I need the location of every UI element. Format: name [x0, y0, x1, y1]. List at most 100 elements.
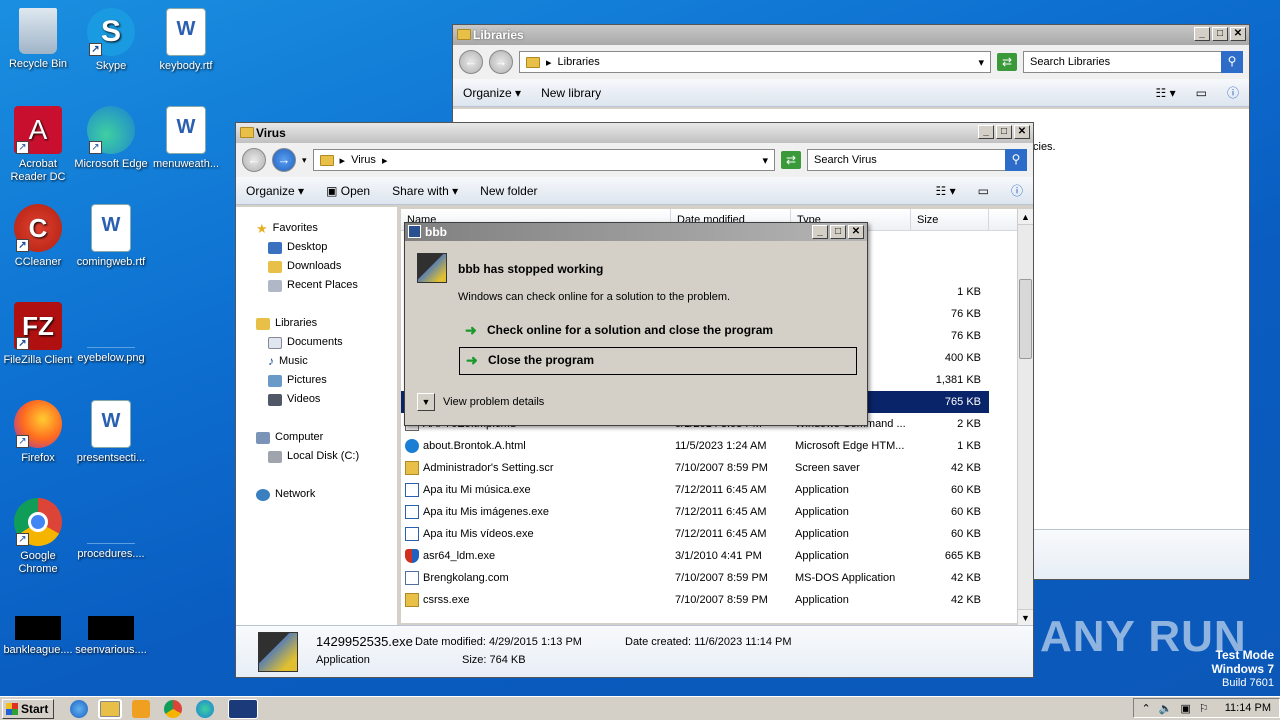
desktop-icon-keybody[interactable]: W keybody.rtf	[148, 8, 224, 73]
desktop-icon-skype[interactable]: S ↗ Skype	[73, 8, 149, 73]
libraries-titlebar[interactable]: Libraries _ □ ✕	[453, 25, 1249, 45]
share-with-button[interactable]: Share with ▾	[392, 184, 458, 198]
table-row[interactable]: csrss.exe 7/10/2007 8:59 PM Application 42 …	[401, 589, 989, 611]
sidebar-item-music[interactable]: ♪ Music	[256, 352, 397, 371]
close-button[interactable]: ✕	[848, 225, 864, 239]
desktop-icon-filezilla[interactable]: FZ ↗ FileZilla Client	[0, 302, 76, 367]
column-size[interactable]: Size	[911, 209, 989, 230]
breadcrumb-libraries[interactable]: Libraries	[558, 56, 600, 68]
recent-pages-chevron-icon[interactable]: ▾	[302, 155, 307, 166]
desktop-icon-presentsecti[interactable]: W presentsecti...	[73, 400, 149, 465]
table-row[interactable]: Apa itu Mi música.exe 7/12/2011 6:45 AM Ap…	[401, 479, 989, 501]
minimize-button[interactable]: _	[812, 225, 828, 239]
sidebar-item-documents[interactable]: Documents	[256, 333, 397, 352]
view-problem-details-toggle[interactable]: ▼ View problem details	[417, 393, 544, 411]
preview-pane-icon[interactable]: ▭	[1196, 86, 1207, 100]
table-row[interactable]: Administrador's Setting.scr 7/10/2007 8:5…	[401, 457, 989, 479]
check-online-button[interactable]: ➜ Check online for a solution and close …	[459, 319, 857, 341]
scroll-down-icon[interactable]: ▼	[1018, 609, 1033, 625]
help-icon[interactable]: ⓘ	[1011, 182, 1023, 199]
forward-button[interactable]: →	[489, 50, 513, 74]
desktop-icon-eyebelow[interactable]: eyebelow.png	[73, 302, 149, 365]
search-icon[interactable]: ⚲	[1221, 51, 1243, 73]
forward-button[interactable]: →	[272, 148, 296, 172]
table-row[interactable]: asr64_ldm.exe 3/1/2010 4:41 PM Application…	[401, 545, 989, 567]
volume-icon[interactable]: 🔈	[1159, 702, 1173, 715]
table-row[interactable]: Apa itu Mis imágenes.exe 7/12/2011 6:45 A…	[401, 501, 989, 523]
close-program-button[interactable]: ➜ Close the program	[459, 347, 857, 375]
desktop-icon-firefox[interactable]: ↗ Firefox	[0, 400, 76, 465]
view-options-icon[interactable]: ☷ ▾	[936, 184, 956, 198]
table-row[interactable]: about.Brontok.A.html 11/5/2023 1:24 AM Mic…	[401, 435, 989, 457]
sidebar-item-downloads[interactable]: Downloads	[256, 257, 397, 276]
desktop-icon-ccleaner[interactable]: C ↗ CCleaner	[0, 204, 76, 269]
minimize-button[interactable]: _	[1194, 27, 1210, 41]
help-icon[interactable]: ⓘ	[1227, 84, 1239, 101]
desktop-icon-procedures[interactable]: procedures....	[73, 498, 149, 561]
close-button[interactable]: ✕	[1230, 27, 1246, 41]
close-button[interactable]: ✕	[1014, 125, 1030, 139]
new-library-button[interactable]: New library	[541, 86, 601, 100]
start-button[interactable]: Start	[2, 698, 54, 719]
refresh-button[interactable]: ⇄	[997, 53, 1017, 71]
organize-button[interactable]: Organize ▾	[463, 86, 521, 100]
action-center-flag-icon[interactable]: ⚐	[1199, 702, 1209, 715]
table-row[interactable]: Brengkolang.com 7/10/2007 8:59 PM MS-DOS A…	[401, 567, 989, 589]
open-button[interactable]: ▣ Open	[326, 184, 370, 198]
sidebar-item-desktop[interactable]: Desktop	[256, 238, 397, 257]
desktop-icon-acrobat[interactable]: A ↗ Acrobat Reader DC	[0, 106, 76, 184]
back-button[interactable]: ←	[459, 50, 483, 74]
sidebar-item-videos[interactable]: Videos	[256, 390, 397, 409]
crash-dialog[interactable]: bbb _ □ ✕ bbb has stopped working Window…	[404, 222, 868, 426]
acrobat-icon: A ↗	[14, 106, 62, 154]
refresh-button[interactable]: ⇄	[781, 151, 801, 169]
ie-icon[interactable]	[70, 699, 88, 718]
explorer-taskbar-icon[interactable]	[98, 698, 122, 719]
desktop-icon-bankleague[interactable]: bankleague....	[0, 616, 76, 657]
vertical-scrollbar[interactable]: ▲ ▼	[1017, 209, 1033, 625]
sidebar-item-recent-places[interactable]: Recent Places	[256, 276, 397, 295]
desktop-icon-chrome[interactable]: ↗ Google Chrome	[0, 498, 76, 576]
minimize-button[interactable]: _	[978, 125, 994, 139]
scroll-thumb[interactable]	[1019, 279, 1032, 359]
show-hidden-icons-icon[interactable]: ⌃	[1142, 702, 1151, 715]
table-row[interactable]: Apa itu Mis vídeos.exe 7/12/2011 6:45 AM A…	[401, 523, 989, 545]
maximize-button[interactable]: □	[996, 125, 1012, 139]
sidebar-item-network[interactable]: Network	[256, 485, 397, 504]
virus-titlebar[interactable]: Virus _ □ ✕	[236, 123, 1033, 143]
search-icon[interactable]: ⚲	[1005, 149, 1027, 171]
chevron-down-icon[interactable]: ▾	[762, 154, 768, 167]
chrome-taskbar-icon[interactable]	[164, 699, 182, 718]
address-bar[interactable]: ▸ Libraries ▾	[519, 51, 991, 73]
scroll-up-icon[interactable]: ▲	[1018, 209, 1033, 225]
back-button[interactable]: ←	[242, 148, 266, 172]
desktop-icon-seenvarious[interactable]: seenvarious....	[73, 616, 149, 657]
preview-pane-icon[interactable]: ▭	[978, 184, 989, 198]
network-tray-icon[interactable]: ▣	[1180, 702, 1190, 715]
dialog-titlebar[interactable]: bbb _ □ ✕	[405, 223, 867, 241]
new-folder-button[interactable]: New folder	[480, 184, 537, 198]
address-bar[interactable]: ▸ Virus ▸ ▾	[312, 149, 775, 171]
bbb-taskbar-icon[interactable]	[228, 698, 258, 719]
sidebar-item-pictures[interactable]: Pictures	[256, 371, 397, 390]
desktop-icon-comingweb[interactable]: W comingweb.rtf	[73, 204, 149, 269]
view-options-icon[interactable]: ☷ ▾	[1156, 86, 1176, 100]
search-input[interactable]: Search Libraries ⚲	[1023, 51, 1243, 73]
maximize-button[interactable]: □	[830, 225, 846, 239]
chevron-down-icon[interactable]: ▾	[978, 56, 984, 69]
desktop-icon-edge[interactable]: ↗ Microsoft Edge	[73, 106, 149, 171]
sidebar-item-local-disk[interactable]: Local Disk (C:)	[256, 447, 397, 466]
breadcrumb-virus[interactable]: Virus	[351, 154, 376, 166]
sidebar-item-libraries[interactable]: Libraries	[256, 314, 397, 333]
media-player-icon[interactable]	[132, 699, 150, 718]
sidebar-item-computer[interactable]: Computer	[256, 428, 397, 447]
search-input[interactable]: Search Virus ⚲	[807, 149, 1027, 171]
sidebar-item-favorites[interactable]: ★ Favorites	[256, 219, 397, 238]
clock[interactable]: 11:14 PM	[1225, 702, 1271, 714]
desktop-icon-menuweath[interactable]: W menuweath...	[148, 106, 224, 171]
chevron-down-icon[interactable]: ▼	[417, 393, 435, 411]
edge-taskbar-icon[interactable]	[196, 699, 214, 718]
maximize-button[interactable]: □	[1212, 27, 1228, 41]
organize-button[interactable]: Organize ▾	[246, 184, 304, 198]
desktop-icon-recycle-bin[interactable]: Recycle Bin	[0, 8, 76, 71]
